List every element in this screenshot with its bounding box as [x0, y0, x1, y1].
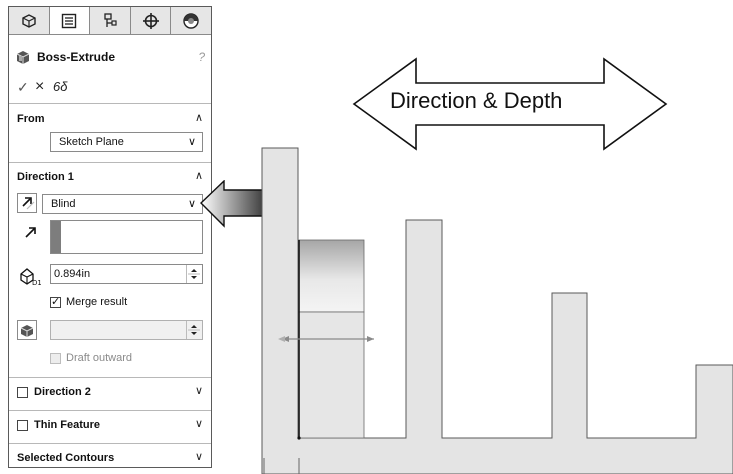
tab-feature-manager[interactable]	[9, 7, 50, 34]
tab-configuration-manager[interactable]	[90, 7, 131, 34]
chevron-down-icon: ∨	[187, 136, 196, 148]
thin-feature-checkbox[interactable]	[17, 420, 28, 431]
property-manager-icon	[62, 13, 77, 28]
graphics-area	[261, 147, 733, 474]
feature-title-row: Boss-Extrude ?	[15, 49, 207, 67]
depth-input[interactable]: 0.894in	[50, 264, 203, 284]
from-collapse-icon[interactable]: ∧	[195, 111, 203, 124]
draft-toggle-button[interactable]	[17, 320, 37, 340]
selection-color-bar	[51, 221, 61, 253]
thin-feature-expand-icon[interactable]: ∨	[195, 417, 203, 430]
property-manager-panel: Boss-Extrude ? ✓ × 6δ From ∧ Sketch Plan…	[8, 6, 212, 468]
merge-result-label: Merge result	[66, 296, 128, 308]
selected-contours-expand-icon[interactable]: ∨	[195, 450, 203, 463]
end-condition-select[interactable]: Blind ∨	[42, 194, 203, 214]
end-condition-value: Blind	[51, 198, 76, 210]
manager-tabs	[9, 7, 211, 35]
reverse-direction-icon	[22, 197, 35, 210]
extrude-preview	[297, 239, 365, 313]
feature-manager-icon	[22, 13, 36, 28]
direction-vector-icon	[25, 227, 36, 238]
direction1-group-title: Direction 1	[17, 171, 74, 183]
direction2-checkbox[interactable]	[17, 387, 28, 398]
depth-spinner[interactable]	[186, 265, 201, 283]
from-group-title: From	[17, 113, 45, 125]
configuration-manager-icon	[104, 12, 117, 27]
tab-dimxpert-manager[interactable]	[131, 7, 172, 34]
direction2-group-title: Direction 2	[34, 386, 91, 398]
callout-label: Direction & Depth	[390, 88, 563, 113]
draft-outward-label: Draft outward	[66, 352, 133, 364]
depth-dimension-icon: D1	[20, 268, 41, 286]
selected-contours-group-title: Selected Contours	[17, 452, 115, 464]
merge-result-checkbox[interactable]	[50, 295, 61, 308]
feature-title: Boss-Extrude	[37, 50, 116, 64]
separator	[9, 377, 211, 378]
cancel-button[interactable]: ×	[35, 79, 44, 95]
depth-value: 0.894in	[54, 268, 91, 280]
separator	[9, 103, 211, 104]
direction2-expand-icon[interactable]: ∨	[195, 384, 203, 397]
reverse-direction-button[interactable]	[17, 193, 37, 213]
dimxpert-manager-icon	[142, 12, 159, 29]
thin-feature-group-title: Thin Feature	[34, 419, 101, 431]
extrude-preview-face	[297, 311, 365, 439]
ok-button[interactable]: ✓	[17, 79, 29, 95]
separator	[9, 443, 211, 444]
tab-display-manager[interactable]	[171, 7, 211, 34]
draft-outward-checkbox[interactable]	[50, 353, 61, 364]
preview-button[interactable]: 6δ	[53, 79, 67, 95]
display-manager-icon	[183, 12, 199, 29]
boss-extrude-icon	[16, 51, 30, 64]
chevron-down-icon: ∨	[187, 198, 196, 210]
svg-text:D1: D1	[32, 279, 41, 286]
draft-angle-spinner[interactable]	[186, 321, 201, 339]
help-icon[interactable]: ?	[198, 50, 205, 64]
draft-angle-input[interactable]	[50, 320, 203, 340]
direction-selection-box[interactable]	[50, 220, 203, 254]
tab-property-manager[interactable]	[49, 7, 91, 34]
separator	[9, 162, 211, 163]
separator	[9, 410, 211, 411]
from-select-value: Sketch Plane	[59, 136, 124, 148]
draft-icon	[20, 325, 34, 337]
from-select[interactable]: Sketch Plane ∨	[50, 132, 203, 152]
sketch-point	[297, 436, 301, 440]
